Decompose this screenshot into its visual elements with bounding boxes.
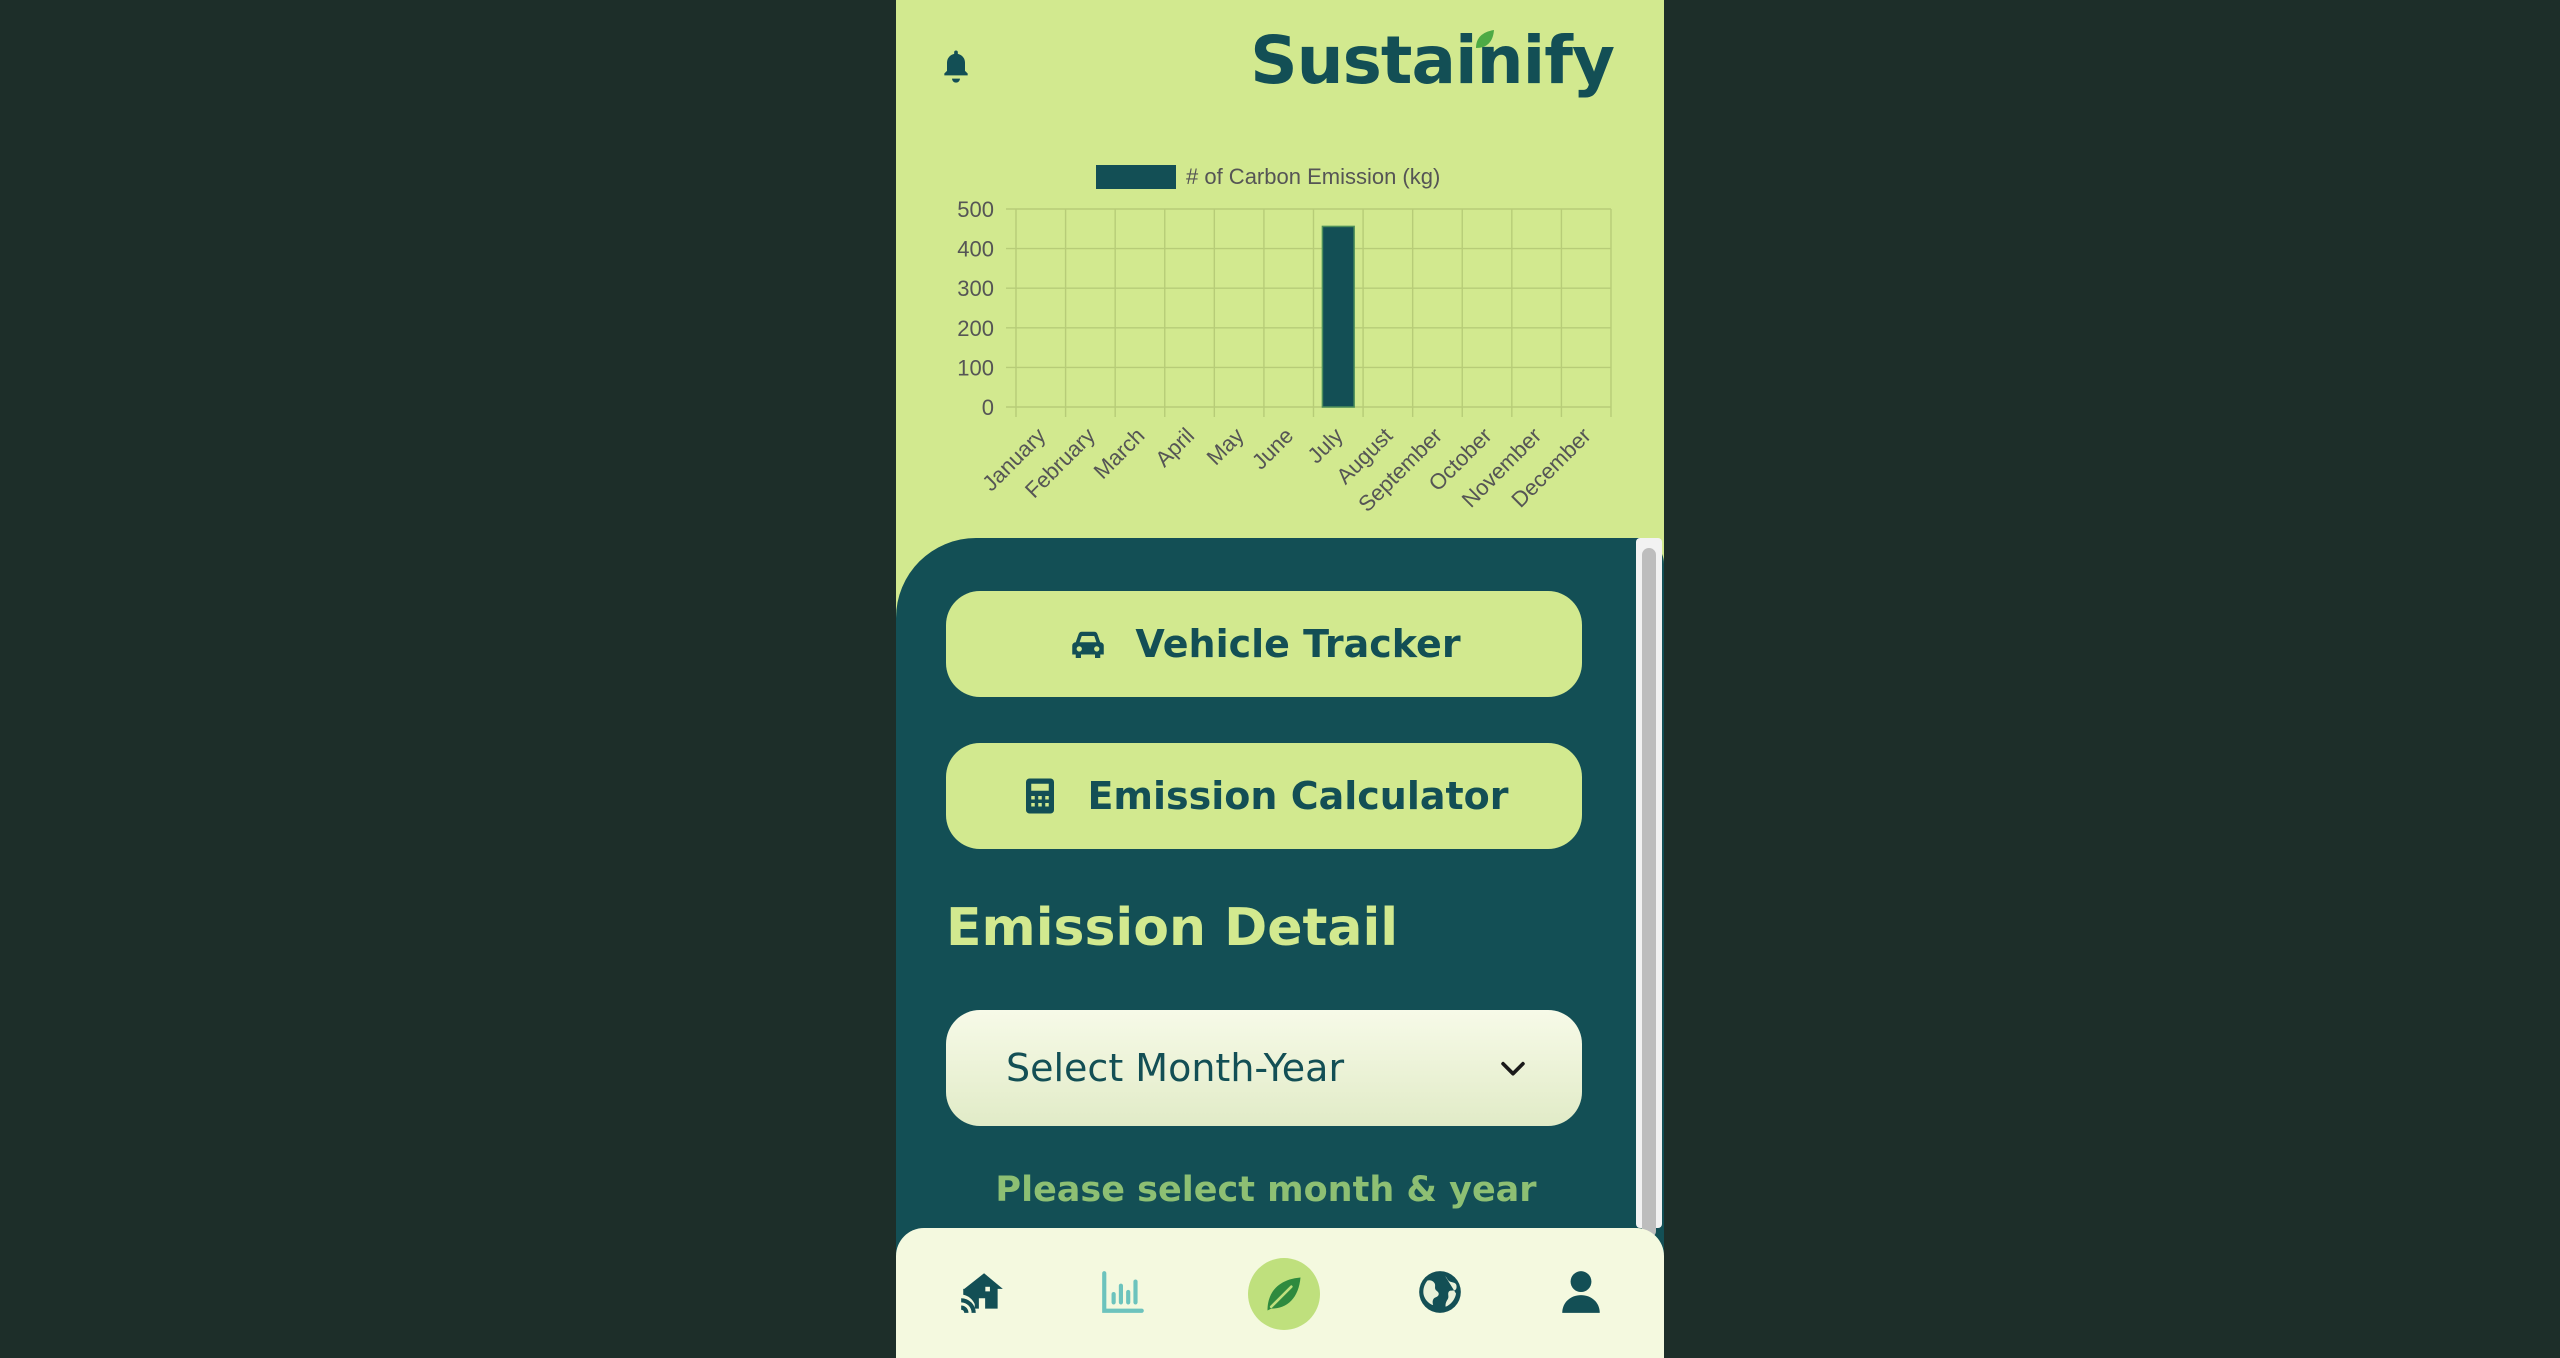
- vehicle-tracker-button[interactable]: Vehicle Tracker: [946, 591, 1582, 697]
- car-icon: [1072, 631, 1105, 658]
- chart-bars: [1321, 225, 1355, 408]
- y-tick-label: 300: [957, 276, 994, 301]
- emission-calculator-label: Emission Calculator: [1087, 774, 1509, 818]
- vehicle-tracker-label: Vehicle Tracker: [1135, 622, 1461, 666]
- x-tick-label: May: [1202, 423, 1249, 470]
- chart-y-ticks: 0 100 200 300 400 500: [957, 197, 994, 420]
- app-logo: Sustainify: [1250, 22, 1615, 99]
- logo-text: Sustainify: [1250, 22, 1615, 99]
- user-icon: [1562, 1271, 1600, 1313]
- scrollbar-thumb[interactable]: [1642, 548, 1656, 1238]
- app-screen: Sustainify 0 100 200 300 400 500 January Febru…: [896, 0, 1664, 1358]
- x-tick-label: March: [1089, 423, 1150, 484]
- emission-calculator-button[interactable]: Emission Calculator: [946, 743, 1582, 849]
- y-tick-label: 400: [957, 237, 994, 262]
- emission-detail-title: Emission Detail: [946, 898, 1399, 958]
- chevron-down-icon: [1501, 1061, 1525, 1076]
- chart-grid: [1006, 208, 1612, 417]
- chart-legend: # of Carbon Emission (kg): [1186, 164, 1440, 189]
- x-tick-label: April: [1150, 423, 1199, 472]
- x-tick-label: June: [1247, 423, 1298, 474]
- y-tick-label: 500: [957, 197, 994, 222]
- y-tick-label: 0: [982, 395, 994, 420]
- leaf-icon: [1267, 1277, 1301, 1311]
- home-wifi-icon: [961, 1273, 1003, 1313]
- nav-eco-button[interactable]: [1248, 1258, 1320, 1330]
- month-year-select-value: Select Month-Year: [1006, 1046, 1345, 1090]
- globe-icon: [1419, 1271, 1461, 1313]
- legend-swatch: [1096, 165, 1176, 189]
- select-hint-text: Please select month & year: [995, 1170, 1537, 1210]
- chart-x-ticks: JanuaryFebruaryMarch April MayJune JulyAugu…: [977, 423, 1595, 517]
- calculator-icon: [1026, 778, 1055, 814]
- emission-bar-chart: 0 100 200 300 400 500 JanuaryFebruaryMarch Apr…: [957, 164, 1612, 517]
- bar-chart-icon: [1102, 1271, 1144, 1313]
- bell-icon[interactable]: [936, 46, 976, 86]
- leaf-icon: [1476, 30, 1495, 48]
- nav-profile-button[interactable]: [1545, 1256, 1617, 1328]
- bar-july[interactable]: [1321, 225, 1355, 408]
- bottom-navigation: [896, 1228, 1664, 1358]
- month-year-select[interactable]: Select Month-Year: [946, 1010, 1582, 1126]
- y-tick-label: 200: [957, 316, 994, 341]
- y-tick-label: 100: [957, 355, 994, 380]
- nav-stats-button[interactable]: [1087, 1256, 1159, 1328]
- nav-globe-button[interactable]: [1404, 1256, 1476, 1328]
- nav-home-button[interactable]: [946, 1256, 1018, 1328]
